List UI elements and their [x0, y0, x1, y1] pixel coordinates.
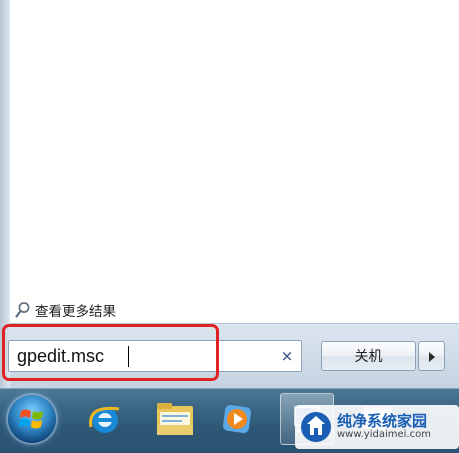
media-player-icon[interactable] [210, 393, 264, 445]
windows-explorer-icon[interactable] [148, 393, 202, 445]
arrow-right-icon [428, 347, 436, 366]
left-window-edge [0, 0, 10, 388]
site-watermark: 纯净系统家园 www.yidaimei.com [295, 405, 459, 449]
shutdown-options-button[interactable] [418, 341, 445, 371]
start-search-box[interactable]: × [8, 340, 302, 372]
text-caret [128, 346, 129, 367]
see-more-results-label: 查看更多结果 [35, 304, 116, 320]
watermark-logo-icon [301, 412, 331, 442]
windows-start-orb[interactable] [8, 395, 56, 443]
shutdown-button[interactable]: 关机 [321, 341, 416, 371]
see-more-results-link[interactable]: 查看更多结果 [15, 299, 116, 321]
start-menu: 查看更多结果 [10, 0, 459, 389]
windows-logo-icon [19, 409, 43, 429]
watermark-url: www.yidaimei.com [337, 428, 431, 440]
search-results-pane [10, 0, 459, 323]
magnifier-icon [15, 301, 31, 319]
clear-search-icon[interactable]: × [279, 347, 295, 365]
internet-explorer-icon[interactable] [78, 393, 132, 445]
search-input[interactable] [17, 343, 267, 369]
watermark-title: 纯净系统家园 [337, 411, 428, 430]
